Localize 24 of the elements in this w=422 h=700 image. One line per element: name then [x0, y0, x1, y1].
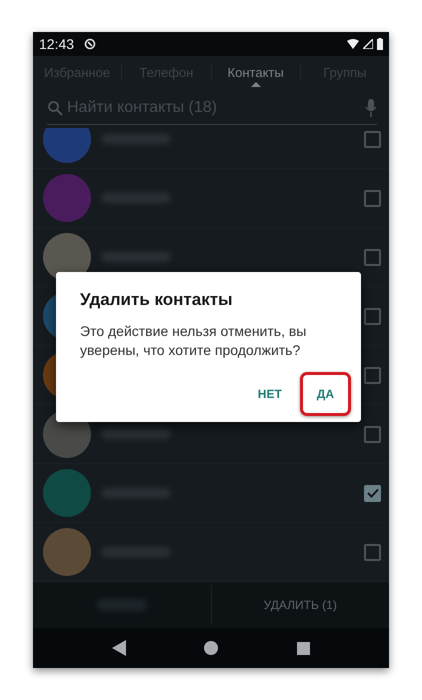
- dialog-button[interactable]: НЕТ: [246, 377, 294, 411]
- checkbox[interactable]: [364, 544, 381, 560]
- signal-icon: [363, 39, 373, 49]
- checkbox[interactable]: [364, 190, 381, 206]
- dialog-button[interactable]: ДА: [304, 377, 346, 411]
- delete-button[interactable]: УДАЛИТЬ (1): [256, 590, 345, 620]
- checkbox[interactable]: [364, 130, 381, 148]
- tab[interactable]: Контакты: [212, 56, 300, 88]
- checkbox[interactable]: [364, 426, 381, 442]
- search-icon: [47, 100, 63, 116]
- back-icon[interactable]: [112, 640, 126, 656]
- checkbox[interactable]: [364, 484, 381, 502]
- recents-icon[interactable]: [296, 642, 310, 654]
- checkbox[interactable]: [364, 366, 381, 384]
- wifi-icon: [347, 39, 359, 49]
- checkbox[interactable]: [364, 308, 381, 324]
- home-icon[interactable]: [204, 641, 218, 655]
- dialog-message: Это действие нельзя отменить, вы уверены, что хотите продолжить?: [80, 322, 308, 360]
- dialog-title: Удалить контакты: [80, 290, 234, 310]
- checkbox[interactable]: [364, 248, 381, 266]
- microphone-icon[interactable]: [365, 99, 377, 117]
- battery-icon: [377, 38, 383, 50]
- sync-icon: [84, 38, 96, 50]
- status-time: 12:43: [39, 36, 74, 52]
